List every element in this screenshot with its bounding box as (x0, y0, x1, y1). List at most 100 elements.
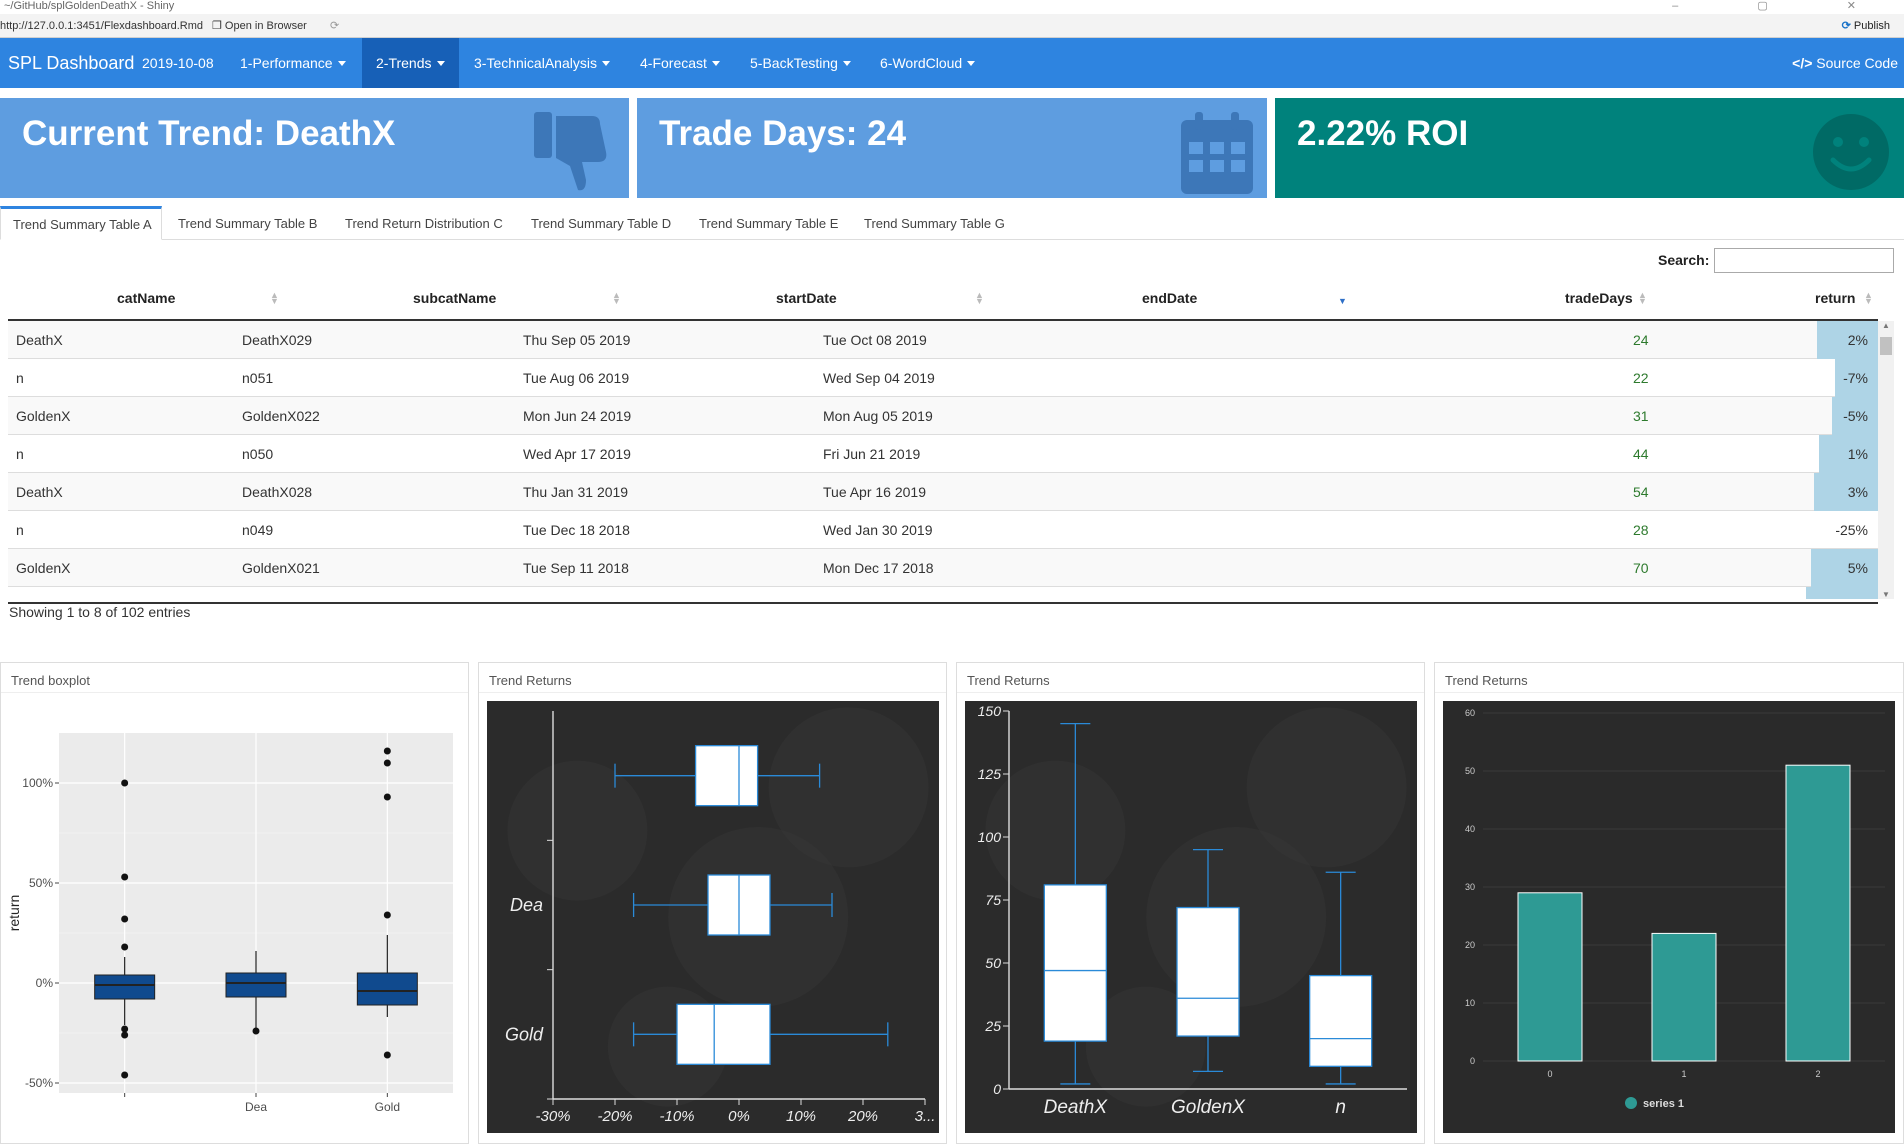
x-tick-label: -10% (659, 1108, 694, 1125)
cell-catname: n (16, 370, 24, 386)
x-tick-label: 20% (847, 1108, 878, 1125)
nav-forecast[interactable]: 4-Forecast (626, 38, 734, 88)
tab-return-distribution-c[interactable]: Trend Return Distribution C (345, 206, 503, 240)
cell-return: -25% (1835, 522, 1868, 538)
chalk-smudge (507, 760, 648, 901)
sort-icon: ▲ ▼ (975, 290, 984, 306)
x-tick-label: 0% (728, 1108, 750, 1125)
refresh-icon[interactable]: ⟳ (330, 14, 339, 38)
navbar-date: 2019-10-08 (142, 55, 214, 71)
window-controls[interactable]: – ▢ ✕ (1672, 0, 1894, 12)
x-tick-label: -20% (597, 1108, 632, 1125)
col-header-enddate[interactable]: endDate (1142, 286, 1197, 311)
navbar-brand[interactable]: SPL Dashboard (8, 38, 134, 88)
sort-icon: ▲ ▼ (1638, 290, 1647, 306)
sort-icon: ▲ ▼ (612, 290, 621, 306)
table-row[interactable]: GoldenX GoldenX021 Tue Sep 11 2018 Mon Dec … (8, 549, 1878, 587)
table-row[interactable]: n n049 Tue Dec 18 2018 Wed Jan 30 2019 28 -25… (8, 511, 1878, 549)
outlier-point (121, 1031, 129, 1039)
cell-startdate: Wed Apr 17 2019 (523, 446, 631, 462)
x-tick-label: GoldenX (1171, 1097, 1246, 1118)
panel-trend-boxplot: Trend boxplot 100% 50% 0% -50% Dea Gold return (0, 662, 469, 1144)
sort-desc-icon: ▼ (1338, 296, 1347, 306)
nav-wordcloud-label: 6-WordCloud (880, 55, 963, 71)
table-row[interactable]: DeathX DeathX028 Thu Jan 31 2019 Tue Apr 16… (8, 473, 1878, 511)
cell-tradedays: 22 (1633, 370, 1649, 386)
table-scrollbar[interactable]: ▲ ▼ (1878, 321, 1894, 599)
outlier-point (121, 873, 129, 881)
tab-summary-d[interactable]: Trend Summary Table D (531, 206, 671, 240)
cell-return: 3% (1847, 484, 1868, 500)
y-tick-label: Gold (505, 1024, 544, 1044)
tab-summary-a[interactable]: Trend Summary Table A (0, 206, 162, 240)
table-body: DeathX DeathX029 Thu Sep 05 2019 Tue Oct 08… (8, 321, 1878, 599)
x-tick-label: Dea (245, 1100, 267, 1114)
open-in-browser-button[interactable]: ❐ Open in Browser (212, 14, 307, 38)
search-input[interactable] (1714, 248, 1894, 273)
table-row[interactable]: n n051 Tue Aug 06 2019 Wed Sep 04 2019 22 -7% (8, 359, 1878, 397)
code-icon: </> (1792, 55, 1813, 71)
nav-backtesting[interactable]: 5-BackTesting (736, 38, 865, 88)
scroll-up-icon[interactable]: ▲ (1882, 321, 1890, 330)
box (356, 972, 418, 1006)
col-header-return[interactable]: return (1815, 286, 1855, 311)
table-row[interactable]: n n050 Wed Apr 17 2019 Fri Jun 21 2019 44 1% (8, 435, 1878, 473)
col-header-startdate[interactable]: startDate (776, 286, 837, 311)
x-tick-label: 10% (786, 1108, 816, 1125)
legend-label: series 1 (1643, 1098, 1684, 1110)
valuebox-current-trend: Current Trend: DeathX (0, 98, 629, 198)
open-in-browser-label: Open in Browser (224, 20, 307, 32)
cell-return: 1% (1847, 446, 1868, 462)
chart-trend-returns-horizontal: -30% -20% -10% 0% 10% 20% 3... Dea Gold (487, 701, 939, 1133)
col-header-catname[interactable]: catName (117, 286, 175, 311)
outlier-point (383, 747, 391, 755)
scrollbar-thumb[interactable] (1880, 337, 1892, 355)
panel-title: Trend boxplot (1, 663, 468, 693)
table-row[interactable] (8, 587, 1878, 599)
return-bar (1806, 587, 1878, 599)
chart-trend-returns-vertical: 150 125 100 75 50 25 0 DeathX GoldenX n (965, 701, 1417, 1133)
tab-summary-e[interactable]: Trend Summary Table E (699, 206, 838, 240)
table-row[interactable]: DeathX DeathX029 Thu Sep 05 2019 Tue Oct 08… (8, 321, 1878, 359)
y-tick-label: 50% (29, 876, 53, 890)
cell-return: 2% (1847, 332, 1868, 348)
cell-startdate: Thu Sep 05 2019 (523, 332, 631, 348)
nav-performance[interactable]: 1-Performance (226, 38, 360, 88)
outlier-point (121, 943, 129, 951)
outlier-point (383, 1051, 391, 1059)
nav-forecast-label: 4-Forecast (640, 55, 707, 71)
cell-startdate: Tue Dec 18 2018 (523, 522, 630, 538)
box (676, 1003, 771, 1065)
box (225, 972, 287, 998)
cell-startdate: Tue Sep 11 2018 (523, 560, 629, 576)
bar (1651, 932, 1717, 1062)
nav-trends[interactable]: 2-Trends (362, 38, 459, 88)
valuebox-trade-days: Trade Days: 24 (637, 98, 1267, 198)
url-field[interactable]: http://127.0.0.1:3451/Flexdashboard.Rmd (0, 14, 203, 38)
source-code-link[interactable]: </> Source Code (1792, 38, 1898, 88)
cell-tradedays: 28 (1633, 522, 1649, 538)
panel-trend-returns-horizontal: Trend Returns -30% -20% -10% 0% 10% 20% 3... De… (478, 662, 947, 1144)
y-tick-label: 150 (978, 703, 1002, 719)
tab-summary-g[interactable]: Trend Summary Table G (864, 206, 1005, 240)
y-tick-label: -50% (25, 1076, 53, 1090)
cell-subcatname: n051 (242, 370, 274, 386)
col-header-subcatname[interactable]: subcatName (413, 286, 496, 311)
scroll-down-icon[interactable]: ▼ (1882, 590, 1890, 599)
cell-enddate: Mon Dec 17 2018 (823, 560, 934, 576)
tab-summary-b[interactable]: Trend Summary Table B (178, 206, 317, 240)
col-header-tradedays[interactable]: tradeDays (1565, 286, 1633, 311)
panel-trend-returns-bar: Trend Returns 60 50 40 30 20 10 0 0 1 2 series 1 (1434, 662, 1904, 1144)
publish-button[interactable]: ⟳ Publish (1842, 14, 1890, 38)
outlier-point (121, 1071, 129, 1079)
cell-enddate: Tue Oct 08 2019 (823, 332, 927, 348)
table-info: Showing 1 to 8 of 102 entries (9, 604, 191, 620)
nav-wordcloud[interactable]: 6-WordCloud (866, 38, 989, 88)
cell-catname: n (16, 522, 24, 538)
table-row[interactable]: GoldenX GoldenX022 Mon Jun 24 2019 Mon Aug … (8, 397, 1878, 435)
y-tick-label: 0 (993, 1081, 1001, 1097)
panel-title: Trend Returns (1435, 663, 1903, 693)
x-tick-label: -30% (535, 1108, 570, 1125)
nav-technicalanalysis[interactable]: 3-TechnicalAnalysis (460, 38, 624, 88)
cell-subcatname: GoldenX021 (242, 560, 320, 576)
